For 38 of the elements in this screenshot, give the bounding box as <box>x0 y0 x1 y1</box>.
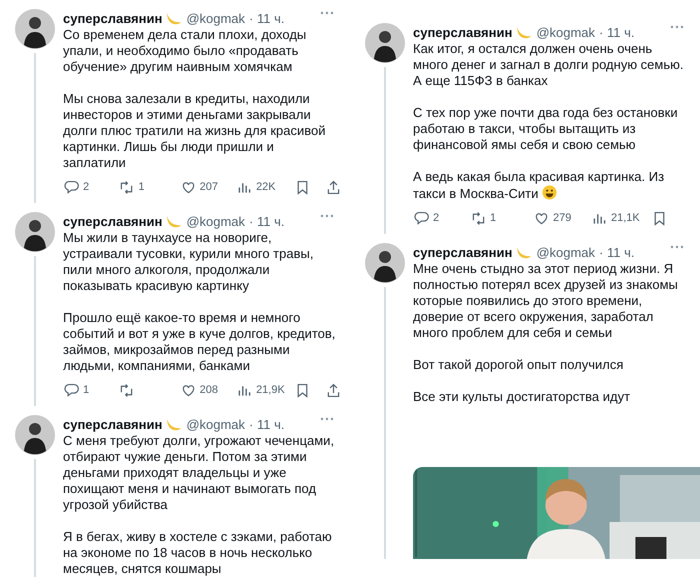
user-handle[interactable]: @kogmak <box>186 10 246 26</box>
post-text: А ведь какая была красивая картинка. Из такси в Москва-Сити <box>413 169 666 202</box>
post-text: С меня требуют долги, угрожают чеченцами, отбирают чужие деньги. Потом за этими деньгами приходят владельцы и уже похищают меня и начинают вымогать под угрозой убийства <box>63 433 336 513</box>
post-text: Все эти культы достигаторства идут <box>413 389 632 405</box>
post-text: Со временем дела стали плохи, доходы упали, и необходимо было «продавать обучение» другим наивным хомячкам <box>63 27 308 75</box>
post-time: · 11 ч. <box>249 214 284 228</box>
author-name[interactable]: суперславянин <box>413 244 512 260</box>
post-text: Прошло ещё какое-то время и немного событий и вот я уже в куче долгов, кредитов, займов, микрозаймов перед разными людьми, компаниями, банками <box>63 310 336 374</box>
post-time: · 11 ч. <box>249 10 284 26</box>
like-button[interactable]: 279 <box>533 210 572 226</box>
post-time: · 11 ч. <box>599 24 634 40</box>
author-name[interactable]: суперславянин <box>63 10 162 26</box>
post-text: Мы жили в таунхаусе на новориге, устраивали тусовки, курили много травы, пили много алкоголя, продолжали показывать красивую картинку <box>63 230 314 294</box>
post-time: · 11 ч. <box>249 416 284 432</box>
views-button[interactable]: 22K <box>236 178 276 196</box>
reply-button[interactable]: 1 <box>63 382 90 398</box>
user-handle[interactable]: @kogmak <box>536 24 596 40</box>
post-text: Я в бегах, живу в хостеле с зэками, работаю на экономе по 18 часов в ночь несколько месяцев, снятся кошмары <box>63 529 333 577</box>
author-name[interactable]: суперславянин <box>63 214 162 228</box>
author-name[interactable]: суперславянин <box>63 416 162 432</box>
like-button[interactable]: 208 <box>180 382 218 398</box>
post-text: Вот такой дорогой опыт получился <box>413 357 624 373</box>
user-handle[interactable]: @kogmak <box>536 244 596 260</box>
views-button[interactable]: 21,9K <box>236 382 285 398</box>
user-handle[interactable]: @kogmak <box>186 214 246 228</box>
post-text: Мы снова залезали в кредиты, находили инвесторов и этими деньгами закрывали долги плюс тратили на жизнь для красивой картинки. Лишь бы люди пришли и заплатили <box>63 91 327 171</box>
post-text: Как итог, я остался должен очень очень много денег и загнал в долги родную семью. А еще 115ФЗ в банках <box>413 41 684 89</box>
post-text: Мне очень стыдно за этот период жизни. Я полностью потерял всех друзей из знакомы которые появились до этого времени, доверие от всего окружения, заработал много проблем для себя и семьи <box>413 261 679 341</box>
reply-button[interactable]: 2 <box>63 178 90 196</box>
retweet-button[interactable]: 1 <box>118 178 145 196</box>
post-text: С тех пор уже почти два года без остановки работаю в такси, чтобы вытащить из финансовой ямы себя и свою семью <box>413 105 679 153</box>
like-button[interactable]: 207 <box>180 178 218 196</box>
reply-button[interactable]: 2 <box>413 210 440 226</box>
author-name[interactable]: суперславянин <box>413 24 512 40</box>
post-time: · 11 ч. <box>599 244 634 260</box>
views-button[interactable]: 21,1K <box>591 210 640 226</box>
retweet-button[interactable]: 1 <box>470 210 496 226</box>
user-handle[interactable]: @kogmak <box>186 416 246 432</box>
